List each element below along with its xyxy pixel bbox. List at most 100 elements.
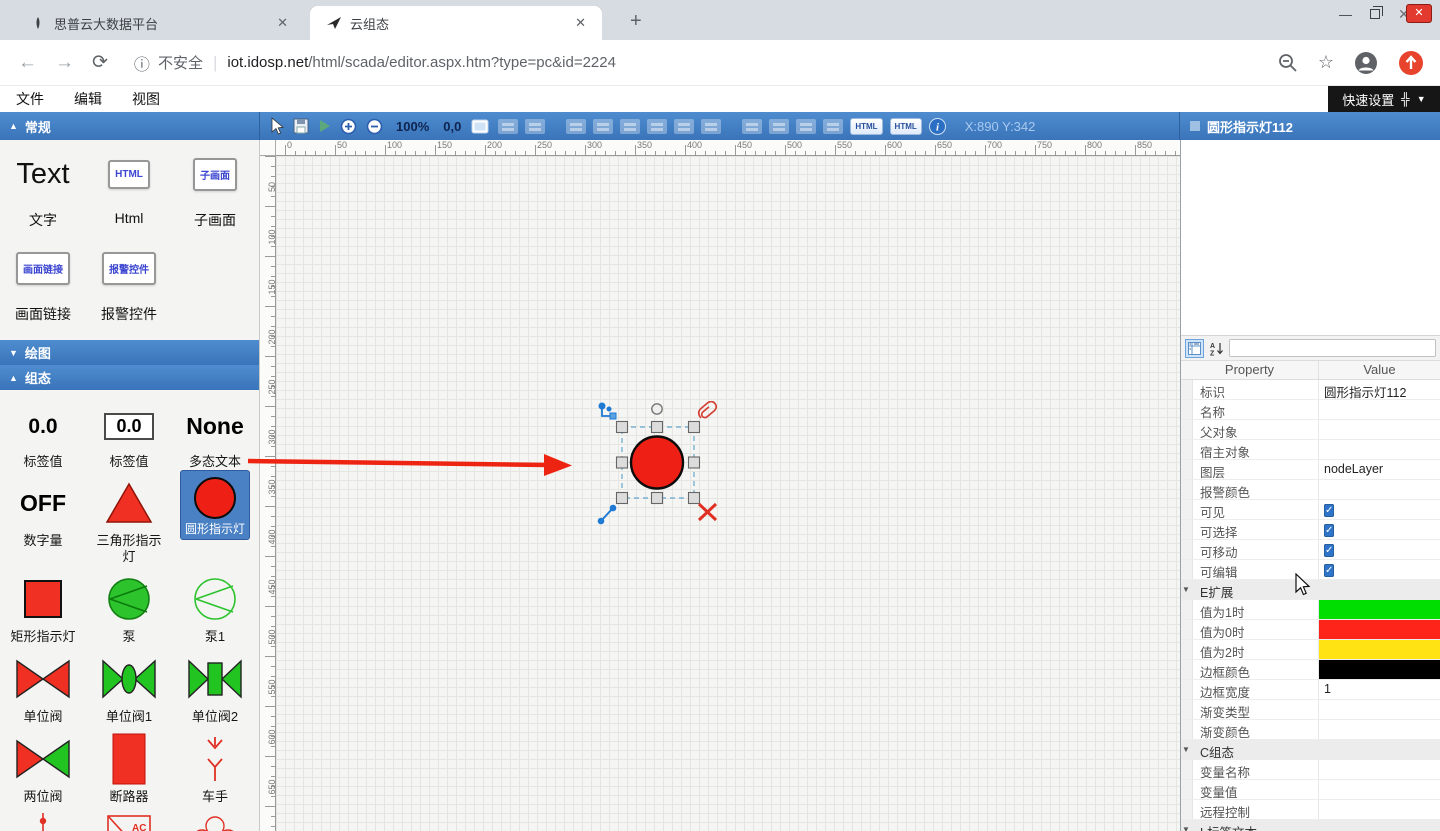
property-value[interactable] <box>1319 400 1440 419</box>
property-row[interactable]: 渐变类型 <box>1181 700 1440 720</box>
property-row[interactable]: 变量值 <box>1181 780 1440 800</box>
palette-item-knife-switch[interactable]: 刀闸 <box>0 806 86 831</box>
property-value[interactable] <box>1319 760 1440 779</box>
browser-update-icon[interactable] <box>1398 50 1424 76</box>
property-row[interactable]: 边框颜色 <box>1181 660 1440 680</box>
palette-item-rect-indicator[interactable]: 矩形指示灯 <box>0 566 86 646</box>
checkbox-checked-icon[interactable]: ✓ <box>1324 504 1334 517</box>
property-value[interactable]: ✓ <box>1319 520 1440 539</box>
menu-file[interactable]: 文件 <box>16 89 60 109</box>
palette-item-pump[interactable]: 泵 <box>86 566 172 646</box>
property-row[interactable]: 可见✓ <box>1181 500 1440 520</box>
alphabetical-sort-icon[interactable]: AZ <box>1207 339 1226 358</box>
property-row[interactable]: 名称 <box>1181 400 1440 420</box>
back-icon[interactable]: ← <box>18 52 37 74</box>
group-collapse-icon[interactable]: ▼ <box>1182 585 1190 594</box>
info-icon[interactable]: i <box>929 118 946 135</box>
palette-item-label-value[interactable]: 0.0标签值 <box>0 396 86 470</box>
property-value[interactable] <box>1319 620 1440 639</box>
property-value[interactable] <box>1319 740 1440 759</box>
property-value[interactable]: nodeLayer <box>1319 460 1440 479</box>
palette-item-triangle-indicator[interactable]: 三角形指示灯 <box>86 470 172 566</box>
property-row[interactable]: 远程控制 <box>1181 800 1440 820</box>
html-export-button[interactable]: HTML <box>850 118 882 135</box>
palette-item-pump-outline[interactable]: 泵1 <box>172 566 258 646</box>
palette-item-subscreen[interactable]: 子画面 子画面 <box>172 152 258 246</box>
property-value[interactable] <box>1319 440 1440 459</box>
restore-icon[interactable] <box>1370 9 1380 19</box>
property-value[interactable] <box>1319 660 1440 679</box>
sidebar-section-widgets-header[interactable]: ▲ 组态 <box>0 365 259 390</box>
property-row[interactable]: 值为2时 <box>1181 640 1440 660</box>
property-value[interactable]: ✓ <box>1319 500 1440 519</box>
canvas-icon[interactable] <box>471 119 489 134</box>
zoom-out-icon[interactable] <box>366 118 383 135</box>
property-value[interactable] <box>1319 580 1440 599</box>
omnibox[interactable]: ⓘ 不安全 | iot.idosp.net /html/scada/editor… <box>134 51 1278 75</box>
menu-edit[interactable]: 编辑 <box>74 89 118 109</box>
property-row[interactable]: 边框宽度1 <box>1181 680 1440 700</box>
palette-item-digital[interactable]: OFF数字量 <box>0 470 86 566</box>
property-value[interactable] <box>1319 780 1440 799</box>
categorized-view-icon[interactable] <box>1185 339 1204 358</box>
palette-item-valve-green-rect[interactable]: 单位阀2 <box>172 646 258 726</box>
property-group-row[interactable]: ▼L标签文本 <box>1181 820 1440 831</box>
property-row[interactable]: 可选择✓ <box>1181 520 1440 540</box>
canvas-grid[interactable] <box>276 156 1180 831</box>
selected-circle-indicator[interactable] <box>596 401 726 541</box>
palette-item-screen-link[interactable]: 画面链接 画面链接 <box>0 246 86 340</box>
palette-item-text[interactable]: Text 文字 <box>0 152 86 246</box>
sidebar-section-general-header[interactable]: ▲ 常规 <box>0 112 260 140</box>
property-row[interactable]: 可移动✓ <box>1181 540 1440 560</box>
property-row[interactable]: 值为0时 <box>1181 620 1440 640</box>
palette-item-alarm-control[interactable]: 报警控件 报警控件 <box>86 246 172 340</box>
value-column-header[interactable]: Value <box>1319 361 1440 379</box>
checkbox-checked-icon[interactable]: ✓ <box>1324 544 1334 557</box>
property-row[interactable]: 父对象 <box>1181 420 1440 440</box>
palette-item-pt[interactable]: PT <box>172 806 258 831</box>
palette-item-valve-red[interactable]: 单位阀 <box>0 646 86 726</box>
palette-item-valve-green-ellipse[interactable]: 单位阀1 <box>86 646 172 726</box>
menu-view[interactable]: 视图 <box>132 89 176 109</box>
tab-scada-editor[interactable]: 云组态 ✕ <box>310 6 602 40</box>
palette-item-circle-indicator[interactable]: 圆形指示灯 <box>180 470 250 540</box>
palette-item-html[interactable]: HTML Html <box>86 152 172 246</box>
new-tab-button[interactable]: + <box>622 8 650 35</box>
property-value[interactable] <box>1319 800 1440 819</box>
property-value[interactable] <box>1319 600 1440 619</box>
property-value[interactable] <box>1319 420 1440 439</box>
palette-item-handcart[interactable]: 车手 <box>172 726 258 806</box>
cursor-tool-icon[interactable] <box>270 117 284 135</box>
property-value[interactable]: 圆形指示灯112 <box>1319 380 1440 399</box>
minimize-icon[interactable]: — <box>1339 7 1352 22</box>
group-collapse-icon[interactable]: ▼ <box>1182 745 1190 754</box>
color-swatch[interactable] <box>1319 640 1440 659</box>
property-value[interactable]: ✓ <box>1319 540 1440 559</box>
quick-settings-button[interactable]: 快速设置 ╬ ▼ <box>1328 86 1440 112</box>
sidebar-section-drawing-header[interactable]: ▼ 绘图 <box>0 340 259 365</box>
palette-item-breaker[interactable]: 断路器 <box>86 726 172 806</box>
property-group-row[interactable]: ▼C组态 <box>1181 740 1440 760</box>
palette-item-inverter[interactable]: ACDC逆变器 <box>86 806 172 831</box>
property-row[interactable]: 变量名称 <box>1181 760 1440 780</box>
checkbox-checked-icon[interactable]: ✓ <box>1324 524 1334 537</box>
close-button[interactable]: ✕ ✕ <box>1398 4 1432 24</box>
palette-item-label-value-boxed[interactable]: 0.0标签值 <box>86 396 172 470</box>
zoom-in-icon[interactable] <box>340 118 357 135</box>
reload-icon[interactable]: ⟳ <box>92 51 108 74</box>
property-value[interactable] <box>1319 720 1440 739</box>
tab-close-icon[interactable]: ✕ <box>569 13 592 33</box>
property-row[interactable]: 宿主对象 <box>1181 440 1440 460</box>
property-column-header[interactable]: Property <box>1181 361 1319 379</box>
info-circle-icon[interactable]: ⓘ <box>134 51 150 75</box>
tab-dashboard[interactable]: 思普云大数据平台 ✕ <box>14 6 304 40</box>
property-row[interactable]: 报警颜色 <box>1181 480 1440 500</box>
property-value[interactable]: 1 <box>1319 680 1440 699</box>
forward-icon[interactable]: → <box>55 52 74 74</box>
palette-item-valve-two-color[interactable]: 两位阀 <box>0 726 86 806</box>
property-value[interactable] <box>1319 480 1440 499</box>
checkbox-checked-icon[interactable]: ✓ <box>1324 564 1334 577</box>
page-zoom-icon[interactable] <box>1278 53 1298 73</box>
html-view-button[interactable]: HTML <box>890 118 922 135</box>
property-value[interactable] <box>1319 640 1440 659</box>
